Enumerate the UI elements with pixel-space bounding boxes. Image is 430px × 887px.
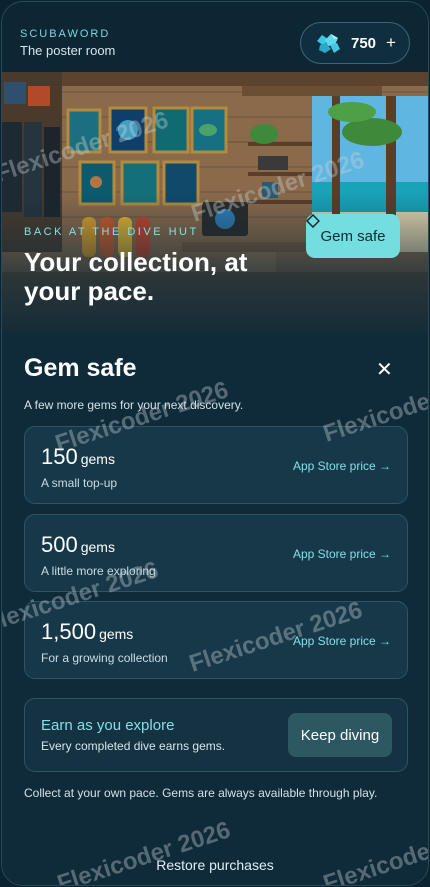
- gem-pack-500[interactable]: 500 gems A little more exploring App Stor…: [24, 514, 408, 592]
- pack-amount: 500 gems: [41, 532, 115, 557]
- gem-pack-1500[interactable]: 1,500 gems For a growing collection App S…: [24, 601, 408, 679]
- hero-kicker: BACK AT THE DIVE HUT: [24, 226, 199, 238]
- sheet-title: Gem safe: [24, 354, 137, 382]
- gem-pack-150[interactable]: 150 gems A small top-up App Store price →: [24, 426, 408, 504]
- pack-price-link[interactable]: App Store price →: [293, 634, 391, 648]
- pack-description: A small top-up: [41, 476, 118, 490]
- restore-purchases-link[interactable]: Restore purchases: [2, 857, 428, 873]
- dive-hut-illustration: BACK AT THE DIVE HUT Your collection, at…: [2, 72, 428, 334]
- close-icon[interactable]: ✕: [376, 360, 393, 380]
- pack-amount: 150 gems: [41, 444, 115, 469]
- hero-title: Your collection, at your pace.: [24, 247, 248, 306]
- pack-amount: 1,500 gems: [41, 619, 134, 644]
- gem-balance-button[interactable]: 750 +: [300, 22, 410, 64]
- keep-diving-button[interactable]: Keep diving: [288, 713, 392, 757]
- pack-description: A little more exploring: [41, 564, 156, 578]
- pack-price-link[interactable]: App Store price →: [293, 459, 391, 473]
- sheet-subtitle: A few more gems for your next discovery.: [24, 398, 244, 412]
- diamond-outline-icon: [306, 214, 320, 228]
- gem-count: 750: [351, 34, 377, 52]
- gem-cluster-icon: [317, 34, 340, 53]
- earn-card: Earn as you explore Every completed dive…: [24, 698, 408, 772]
- pack-description: For a growing collection: [41, 651, 168, 665]
- footnote: Collect at your own pace. Gems are alway…: [24, 786, 378, 800]
- room-subtitle: The poster room: [20, 43, 116, 58]
- app-frame: SCUBAWORD The poster room 750 + BACK AT …: [1, 1, 429, 886]
- gem-safe-button[interactable]: Gem safe: [306, 214, 400, 258]
- gem-safe-button-label: Gem safe: [320, 227, 386, 245]
- gem-safe-sheet: Gem safe ✕ A few more gems for your next…: [2, 334, 428, 885]
- top-bar: SCUBAWORD The poster room 750 +: [2, 2, 428, 72]
- app-brand: SCUBAWORD: [20, 28, 111, 40]
- earn-description: Every completed dive earns gems.: [41, 739, 226, 753]
- pack-price-link[interactable]: App Store price →: [293, 547, 391, 561]
- earn-title: Earn as you explore: [41, 717, 175, 734]
- plus-icon: +: [386, 33, 396, 52]
